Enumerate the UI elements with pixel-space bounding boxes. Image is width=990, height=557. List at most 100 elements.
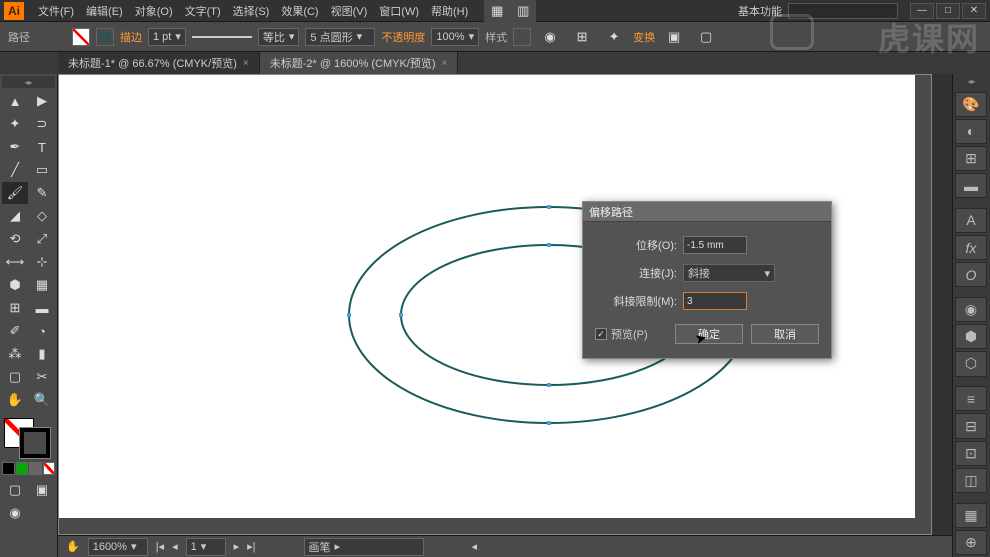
scroll-left-icon[interactable]: ◂ (472, 540, 478, 553)
gradient-panel-icon[interactable]: O (955, 262, 987, 287)
menu-object[interactable]: 对象(O) (129, 3, 179, 19)
scrollbar-vertical[interactable] (915, 75, 931, 534)
menu-type[interactable]: 文字(T) (179, 3, 227, 19)
menu-select[interactable]: 选择(S) (227, 3, 276, 19)
cancel-button[interactable]: 取消 (751, 324, 819, 344)
rotate-tool[interactable]: ⟲ (2, 228, 28, 250)
slice-tool[interactable]: ✂ (29, 366, 55, 388)
blob-brush-tool[interactable]: ◢ (2, 205, 28, 227)
style-swatch[interactable] (513, 28, 531, 46)
menu-view[interactable]: 视图(V) (325, 3, 374, 19)
symbols-panel-icon[interactable]: A (955, 208, 987, 233)
nav-next-icon[interactable]: ▸ (234, 540, 240, 553)
eyedropper-tool[interactable]: ✐ (2, 320, 28, 342)
zoom-select[interactable]: 1600%▾ (88, 538, 148, 556)
blend-tool[interactable]: ◔ (29, 320, 55, 342)
links-panel-icon[interactable]: ⊕ (955, 530, 987, 555)
opacity-label[interactable]: 不透明度 (381, 29, 425, 45)
maximize-button[interactable]: □ (936, 3, 960, 19)
screen-mode-full[interactable]: ▣ (29, 479, 55, 501)
align-panel-icon[interactable]: ⊟ (955, 413, 987, 438)
width-tool[interactable]: ⟷ (2, 251, 28, 273)
pen-tool[interactable]: ✒ (2, 136, 28, 158)
hand-icon[interactable]: ✋ (66, 540, 80, 553)
tool-status[interactable]: 画笔▸ (304, 538, 424, 556)
gradient-tool[interactable]: ▬ (29, 297, 55, 319)
color-mode-swatch[interactable] (16, 462, 29, 475)
perspective-tool[interactable]: ▦ (29, 274, 55, 296)
isolate2-icon[interactable]: ▢ (693, 26, 719, 48)
artboards-panel-icon[interactable]: ▦ (955, 503, 987, 528)
nav-last-icon[interactable]: ▸| (247, 540, 255, 553)
type-tool[interactable]: T (29, 136, 55, 158)
hand-tool[interactable]: ✋ (2, 389, 28, 411)
symbol-sprayer-tool[interactable]: ⁂ (2, 343, 28, 365)
recolor-icon[interactable]: ◉ (537, 26, 563, 48)
isolate-icon[interactable]: ▣ (661, 26, 687, 48)
paintbrush-tool[interactable]: 🖌 (2, 182, 28, 204)
menu-edit[interactable]: 编辑(E) (80, 3, 129, 19)
close-icon[interactable]: × (243, 58, 249, 69)
stroke-profile-sample[interactable] (192, 36, 252, 38)
close-button[interactable]: ✕ (962, 3, 986, 19)
tab-doc-2[interactable]: 未标题-2* @ 1600% (CMYK/预览)× (260, 52, 459, 74)
close-icon[interactable]: × (442, 58, 448, 69)
eraser-tool[interactable]: ◇ (29, 205, 55, 227)
preview-checkbox[interactable]: ✓ 预览(P) (595, 326, 648, 342)
draw-mode[interactable]: ◉ (2, 502, 28, 524)
opacity-input[interactable]: 100%▾ (431, 28, 479, 46)
stroke-weight-input[interactable]: 1 pt▾ (148, 28, 186, 46)
color-guide-panel-icon[interactable]: ◐ (955, 119, 987, 144)
join-select[interactable]: 斜接▾ (683, 264, 775, 282)
search-input[interactable] (788, 3, 898, 19)
menu-file[interactable]: 文件(F) (32, 3, 80, 19)
brush-select[interactable]: 5 点圆形▾ (305, 28, 375, 46)
nav-prev-icon[interactable]: ◂ (172, 540, 178, 553)
collapse-icon[interactable]: ◂▸ (2, 76, 55, 88)
swatches-panel-icon[interactable]: ⊞ (955, 146, 987, 171)
appearance-panel-icon[interactable]: ⬢ (955, 324, 987, 349)
direct-selection-tool[interactable]: ▶ (29, 90, 55, 112)
transparency-panel-icon[interactable]: ◉ (955, 297, 987, 322)
screen-mode-normal[interactable]: ▢ (2, 479, 28, 501)
scale-tool[interactable]: ⤢ (29, 228, 55, 250)
workspace-switcher[interactable]: 基本功能 (738, 3, 782, 19)
stroke-profile-select[interactable]: 等比▾ (258, 28, 300, 46)
nav-first-icon[interactable]: |◂ (156, 540, 164, 553)
pathfinder-panel-icon[interactable]: ◫ (955, 468, 987, 493)
graphic-styles-panel-icon[interactable]: ⬡ (955, 351, 987, 376)
transform-label[interactable]: 变换 (633, 29, 655, 45)
magic-wand-tool[interactable]: ✦ (2, 113, 28, 135)
fill-swatch[interactable] (72, 28, 90, 46)
collapse-icon[interactable]: ◂▸ (955, 76, 988, 88)
miter-input[interactable] (683, 292, 747, 310)
lasso-tool[interactable]: ⊃ (29, 113, 55, 135)
rectangle-tool[interactable]: ▭ (29, 159, 55, 181)
tab-doc-1[interactable]: 未标题-1* @ 66.67% (CMYK/预览)× (58, 52, 260, 74)
color-mode-swatch[interactable] (2, 462, 15, 475)
scrollbar-horizontal[interactable] (59, 518, 915, 534)
pencil-tool[interactable]: ✎ (29, 182, 55, 204)
zoom-tool[interactable]: 🔍 (29, 389, 55, 411)
align2-icon[interactable]: ✦ (601, 26, 627, 48)
menu-help[interactable]: 帮助(H) (425, 3, 474, 19)
layers-panel-icon[interactable]: ≡ (955, 386, 987, 411)
arrange-icon[interactable]: ▥ (510, 0, 536, 22)
color-panel-icon[interactable]: 🎨 (955, 92, 987, 117)
ok-button[interactable]: 确定 (675, 324, 743, 344)
color-mode-swatch[interactable] (43, 462, 56, 475)
offset-input[interactable] (683, 236, 747, 254)
graph-tool[interactable]: ▮ (29, 343, 55, 365)
shape-builder-tool[interactable]: ⬢ (2, 274, 28, 296)
fill-stroke-control[interactable] (2, 416, 52, 460)
menu-effect[interactable]: 效果(C) (275, 3, 324, 19)
brushes-panel-icon[interactable]: ▬ (955, 173, 987, 198)
menu-window[interactable]: 窗口(W) (373, 3, 425, 19)
color-mode-swatch[interactable] (29, 462, 42, 475)
artboard-nav[interactable]: 1▾ (186, 538, 226, 556)
free-transform-tool[interactable]: ⊹ (29, 251, 55, 273)
transform-panel-icon[interactable]: ⊡ (955, 441, 987, 466)
selection-tool[interactable]: ▲ (2, 90, 28, 112)
stroke-swatch[interactable] (96, 28, 114, 46)
minimize-button[interactable]: — (910, 3, 934, 19)
